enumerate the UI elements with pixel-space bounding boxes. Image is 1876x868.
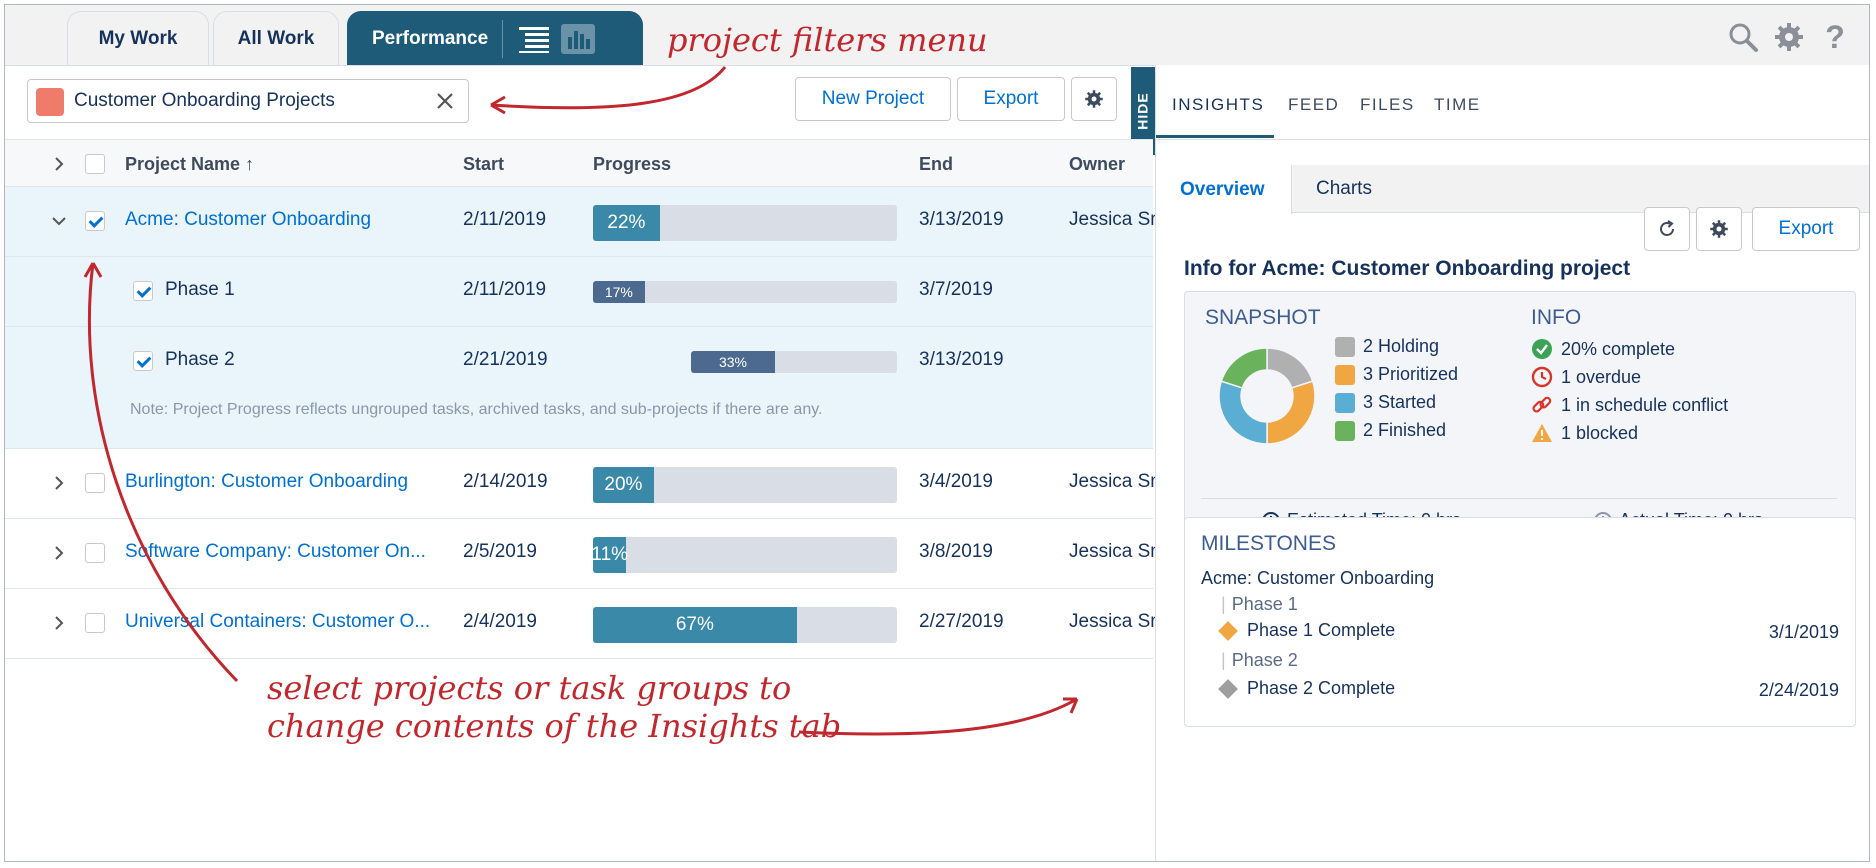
annotation-filters: project filters menu	[667, 21, 988, 59]
annotation-select-line2: change contents of the Insights tab	[267, 707, 842, 745]
annotation-select-line1: select projects or task groups to	[267, 669, 792, 707]
app-frame: My Work All Work Performance ? Customer …	[4, 4, 1870, 862]
